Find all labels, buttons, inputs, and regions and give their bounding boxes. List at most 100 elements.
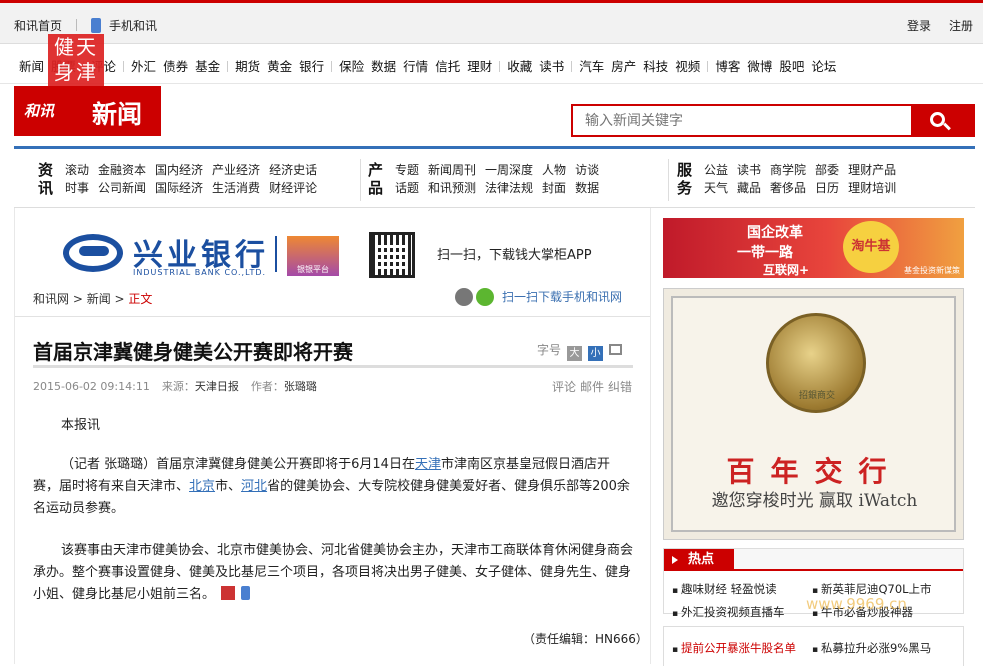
channel-link[interactable]: 股吧 — [779, 59, 804, 74]
channel-link[interactable]: 银行 — [299, 59, 324, 74]
mobile-icon[interactable] — [241, 586, 251, 600]
channel-link[interactable]: 科技 — [643, 59, 668, 74]
nav-link[interactable]: 和讯预测 — [428, 181, 476, 195]
nav-link[interactable]: 奢侈品 — [770, 181, 806, 195]
channel-link[interactable]: 期货 — [235, 59, 260, 74]
apple-icon — [455, 288, 473, 306]
hot-title: 热点 — [664, 549, 734, 571]
app-download[interactable]: 扫一扫下载手机和讯网 — [455, 288, 622, 306]
nav-link[interactable]: 部委 — [815, 163, 839, 177]
search-input[interactable] — [573, 106, 913, 135]
register-link[interactable]: 注册 — [949, 19, 973, 33]
tianjin-link[interactable]: 天津 — [415, 457, 441, 472]
hot-item[interactable]: 外汇投资视频直播车 — [672, 602, 812, 625]
nav-link[interactable]: 天气 — [704, 181, 728, 195]
nav-link[interactable]: 封面 — [542, 181, 566, 195]
channel-link[interactable]: 微博 — [747, 59, 772, 74]
nav-link[interactable]: 专题 — [395, 163, 419, 177]
nav-link[interactable]: 数据 — [575, 181, 599, 195]
channel-link[interactable]: 论坛 — [811, 59, 836, 74]
nav-link[interactable]: 话题 — [395, 181, 419, 195]
breadcrumb-current: 正文 — [128, 292, 153, 306]
channel-link[interactable]: 信托 — [435, 59, 460, 74]
hot-item[interactable]: 提前公开暴涨牛股名单 — [672, 640, 812, 656]
font-size-small-button[interactable]: 小 — [588, 346, 604, 361]
nav-link[interactable]: 访谈 — [575, 163, 599, 177]
breadcrumb-news[interactable]: 新闻 — [87, 292, 111, 306]
nav-link[interactable]: 理财培训 — [848, 181, 896, 195]
channel-link[interactable]: 黄金 — [267, 59, 292, 74]
channel-link[interactable]: 外汇 — [131, 59, 156, 74]
channel-link[interactable]: 视频 — [675, 59, 700, 74]
nav-link[interactable]: 生活消费 — [212, 181, 260, 195]
logo-brand: 和讯 — [24, 102, 55, 120]
nav-link[interactable]: 人物 — [542, 163, 566, 177]
nav-link[interactable]: 商学院 — [770, 163, 806, 177]
nav-link[interactable]: 产业经济 — [212, 163, 260, 177]
search-button[interactable] — [911, 106, 973, 135]
divider — [76, 19, 78, 31]
beijing-link[interactable]: 北京 — [189, 479, 215, 494]
category-nav: 资讯 滚动 金融资本 国内经济 产业经济 经济史话 时事 公司新闻 国际经济 生活消费 财经评论 … — [14, 146, 975, 208]
bocom-iwatch-ad[interactable]: 招銀商交 百年交行 邀您穿梭时光 赢取 iWatch — [663, 288, 964, 540]
reform-fund-ad[interactable]: 国企改革 一带一路 互联网+ 淘牛基 基金投资新谋策 — [663, 218, 964, 278]
hot-item[interactable]: 趣味财经 轻盈悦读 — [672, 579, 812, 602]
channel-link[interactable]: 理财 — [467, 59, 492, 74]
nav-link[interactable]: 经济史话 — [269, 163, 317, 177]
hot-topics-2: 提前公开暴涨牛股名单私募拉升必涨9%黑马 — [663, 626, 964, 666]
stamp-line-1: 健天 — [54, 35, 98, 59]
hebei-link[interactable]: 河北 — [241, 479, 267, 494]
channel-link[interactable]: 房产 — [611, 59, 636, 74]
nav-link[interactable]: 一周深度 — [485, 163, 533, 177]
channel-link[interactable]: 保险 — [339, 59, 364, 74]
font-size-large-button[interactable]: 大 — [567, 346, 583, 361]
login-link[interactable]: 登录 — [907, 19, 931, 33]
coin-image: 招銀商交 — [766, 313, 866, 413]
nav-link[interactable]: 新闻周刊 — [428, 163, 476, 177]
nav-link[interactable]: 法律法规 — [485, 181, 533, 195]
channel-link[interactable]: 读书 — [539, 59, 564, 74]
nav-link[interactable]: 公司新闻 — [98, 181, 146, 195]
nav-link[interactable]: 读书 — [737, 163, 761, 177]
channel-link[interactable]: 行情 — [403, 59, 428, 74]
nav-link[interactable]: 时事 — [65, 181, 89, 195]
home-link[interactable]: 和讯首页 — [14, 19, 62, 33]
nav-link[interactable]: 日历 — [815, 181, 839, 195]
fund-badge: 淘牛基 — [843, 221, 899, 273]
nav-link[interactable]: 金融资本 — [98, 163, 146, 177]
industrial-bank-ad[interactable]: 兴业银行 INDUSTRIAL BANK CO.,LTD. 银银平台 扫一扫，下… — [63, 220, 623, 280]
nav-link[interactable]: 藏品 — [737, 181, 761, 195]
publish-time: 2015-06-02 09:14:11 — [33, 380, 150, 393]
channel-link[interactable]: 新闻 — [19, 59, 44, 74]
channel-link[interactable]: 数据 — [371, 59, 396, 74]
print-icon[interactable] — [609, 344, 623, 355]
nav-link[interactable]: 国际经济 — [155, 181, 203, 195]
font-size-tools: 字号大小 — [537, 341, 623, 361]
nav-head-fuwu: 服务 — [677, 161, 693, 197]
channel-link[interactable]: 博客 — [715, 59, 740, 74]
platform-logo: 银银平台 — [287, 236, 339, 276]
font-size-label: 字号 — [537, 343, 562, 357]
nav-link[interactable]: 国内经济 — [155, 163, 203, 177]
article-paragraph: 该赛事由天津市健美协会、北京市健美协会、河北省健美协会主办，天津市工商联体育休闲… — [33, 543, 634, 602]
article-author: 张璐璐 — [283, 380, 317, 393]
breadcrumb: 和讯网 > 新闻 > 正文 — [33, 292, 153, 306]
channel-link[interactable]: 基金 — [195, 59, 220, 74]
nav-link[interactable]: 滚动 — [65, 163, 89, 177]
channel-link[interactable]: 汽车 — [579, 59, 604, 74]
channel-link[interactable]: 收藏 — [507, 59, 532, 74]
share-icon[interactable] — [221, 586, 236, 600]
nav-link[interactable]: 财经评论 — [269, 181, 317, 195]
stamp-watermark: 健天 身津 — [48, 34, 104, 86]
channel-link[interactable]: 债券 — [163, 59, 188, 74]
article-source[interactable]: 天津日报 — [195, 380, 239, 393]
hexun-news-logo[interactable]: 和讯 新闻 — [14, 86, 161, 136]
nav-link[interactable]: 公益 — [704, 163, 728, 177]
email-link[interactable]: 邮件 — [580, 380, 604, 394]
breadcrumb-home[interactable]: 和讯网 — [33, 292, 69, 306]
comment-link[interactable]: 评论 — [552, 380, 576, 394]
nav-link[interactable]: 理财产品 — [848, 163, 896, 177]
hot-item[interactable]: 私募拉升必涨9%黑马 — [812, 640, 952, 656]
report-error-link[interactable]: 纠错 — [608, 380, 632, 394]
mobile-link[interactable]: 手机和讯 — [109, 19, 157, 33]
